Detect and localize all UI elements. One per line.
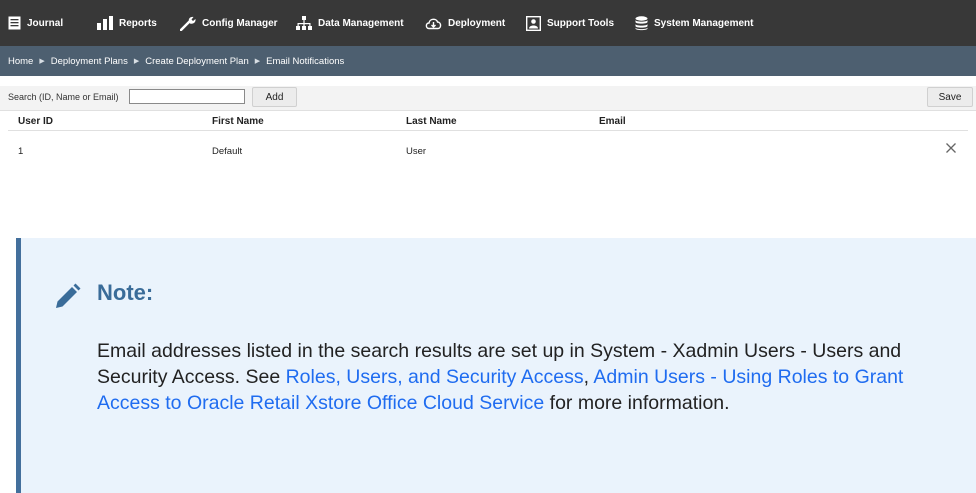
breadcrumb-separator-icon: ▶: [254, 58, 261, 65]
breadcrumb-create-deployment-plan[interactable]: Create Deployment Plan: [145, 56, 249, 67]
nav-item-label: Reports: [119, 17, 157, 29]
reports-icon: [97, 16, 113, 30]
pencil-icon: [56, 283, 81, 308]
save-button[interactable]: Save: [927, 87, 973, 107]
hierarchy-icon: [296, 15, 312, 30]
table-header-divider: [8, 130, 968, 131]
note-body: Email addresses listed in the search res…: [97, 338, 907, 416]
link-roles-users-security-access[interactable]: Roles, Users, and Security Access: [286, 366, 584, 388]
top-nav-bar: Journal Reports Config Manager Data Mana…: [0, 0, 976, 46]
search-toolbar: Search (ID, Name or Email) Add Save: [0, 86, 976, 111]
breadcrumb-current-email-notifications: Email Notifications: [266, 55, 345, 67]
nav-item-label: Config Manager: [202, 17, 278, 29]
nav-item-reports[interactable]: Reports: [97, 0, 157, 46]
breadcrumb: Home ▶ Deployment Plans ▶ Create Deploym…: [0, 46, 976, 76]
note-box: Note: Email addresses listed in the sear…: [16, 238, 976, 493]
column-header-user-id: User ID: [18, 116, 54, 127]
column-header-last-name: Last Name: [406, 116, 457, 127]
nav-item-deployment[interactable]: Deployment: [425, 0, 505, 46]
nav-item-label: Journal: [27, 17, 64, 29]
nav-item-label: Data Management: [318, 17, 404, 29]
nav-item-config-manager[interactable]: Config Manager: [180, 0, 278, 46]
delete-row-icon[interactable]: [943, 140, 959, 156]
nav-item-data-management[interactable]: Data Management: [296, 0, 404, 46]
breadcrumb-deployment-plans[interactable]: Deployment Plans: [51, 56, 128, 67]
note-title: Note:: [97, 280, 154, 305]
note-text-after: for more information.: [544, 392, 730, 414]
column-header-email: Email: [599, 116, 626, 127]
breadcrumb-separator-icon: ▶: [39, 58, 45, 65]
cell-last-name: User: [406, 146, 427, 157]
nav-item-journal[interactable]: Journal: [8, 0, 63, 46]
nav-item-label: System Management: [654, 17, 754, 29]
journal-icon: [8, 16, 21, 30]
breadcrumb-home[interactable]: Home: [8, 56, 33, 67]
search-label: Search (ID, Name or Email): [8, 92, 119, 102]
cloud-download-icon: [425, 18, 442, 30]
search-input[interactable]: [129, 89, 245, 104]
nav-item-label: Deployment: [448, 17, 506, 29]
user-box-icon: [526, 15, 541, 31]
wrench-icon: [180, 16, 196, 31]
database-icon: [635, 15, 648, 30]
cell-user-id: 1: [18, 146, 24, 157]
note-text-middle: ,: [583, 366, 594, 388]
cell-first-name: Default: [212, 146, 243, 157]
nav-item-support-tools[interactable]: Support Tools: [526, 0, 614, 46]
breadcrumb-separator-icon: ▶: [133, 58, 140, 65]
add-button[interactable]: Add: [252, 87, 297, 107]
column-header-first-name: First Name: [212, 116, 264, 127]
nav-item-label: Support Tools: [547, 17, 615, 29]
nav-item-system-management[interactable]: System Management: [635, 0, 753, 46]
